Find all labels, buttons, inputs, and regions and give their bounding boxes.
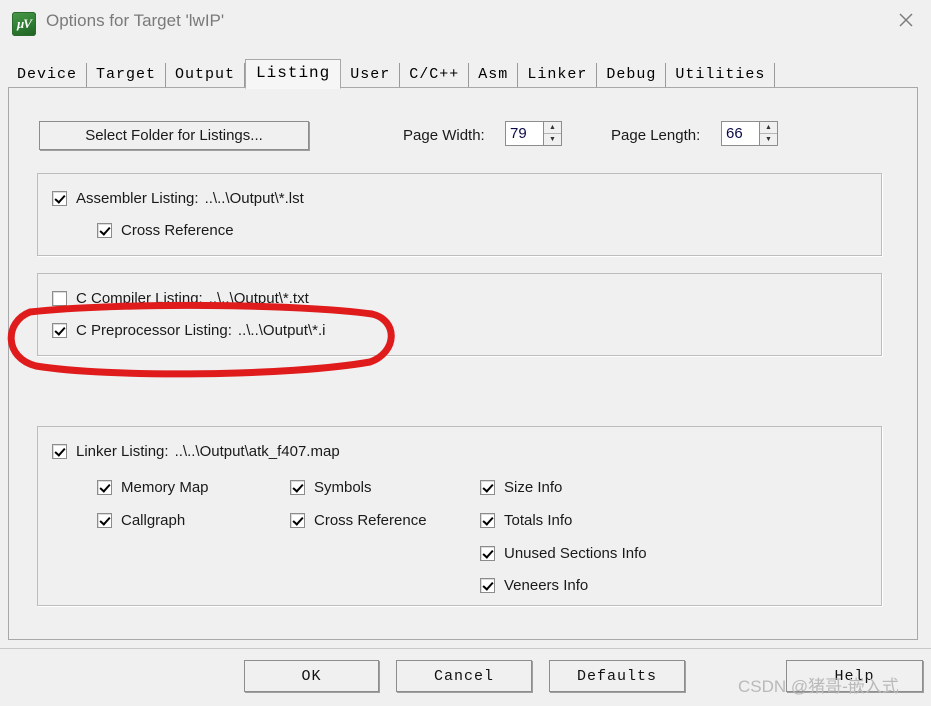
linker-listing-label: Linker Listing:	[76, 443, 169, 460]
page-width-label: Page Width:	[403, 127, 485, 144]
linker-totals-info-row[interactable]: Totals Info	[480, 512, 572, 529]
uvision-logo-icon: μV	[12, 12, 36, 36]
c-preprocessor-listing-row[interactable]: C Preprocessor Listing: ..\..\Output\*.i	[52, 322, 325, 339]
page-length-label: Page Length:	[611, 127, 701, 144]
assembler-cross-reference-row[interactable]: Cross Reference	[97, 222, 234, 239]
page-width-stepper[interactable]: 79 ▲ ▼	[505, 121, 562, 146]
linker-listing-checkbox[interactable]	[52, 444, 67, 459]
linker-symbols-row[interactable]: Symbols	[290, 479, 372, 496]
linker-listing-group: Linker Listing: ..\..\Output\atk_f407.ma…	[37, 426, 882, 606]
linker-veneers-info-checkbox[interactable]	[480, 578, 495, 593]
page-length-input[interactable]: 66	[721, 121, 759, 146]
linker-memory-map-row[interactable]: Memory Map	[97, 479, 209, 496]
select-folder-for-listings-button[interactable]: Select Folder for Listings...	[39, 121, 309, 150]
c-compiler-listing-path: ..\..\Output\*.txt	[208, 290, 309, 307]
tab-debug[interactable]: Debug	[597, 63, 667, 88]
linker-totals-info-checkbox[interactable]	[480, 513, 495, 528]
linker-callgraph-row[interactable]: Callgraph	[97, 512, 185, 529]
page-width-spin-up-icon[interactable]: ▲	[544, 122, 561, 134]
linker-callgraph-label: Callgraph	[121, 512, 186, 529]
c-compiler-listing-checkbox[interactable]	[52, 291, 67, 306]
page-length-spin-buttons[interactable]: ▲ ▼	[759, 121, 778, 146]
button-bar-divider	[0, 648, 931, 649]
linker-symbols-label: Symbols	[314, 479, 372, 496]
linker-symbols-checkbox[interactable]	[290, 480, 305, 495]
assembler-listing-group: Assembler Listing: ..\..\Output\*.lst Cr…	[37, 173, 882, 256]
title-bar: μV Options for Target 'lwIP'	[0, 0, 931, 47]
linker-listing-path: ..\..\Output\atk_f407.map	[174, 443, 340, 460]
linker-listing-row[interactable]: Linker Listing: ..\..\Output\atk_f407.ma…	[52, 443, 340, 460]
tab-strip: Device Target Output Listing User C/C++ …	[8, 59, 776, 89]
assembler-listing-checkbox[interactable]	[52, 191, 67, 206]
linker-veneers-info-row[interactable]: Veneers Info	[480, 577, 588, 594]
uvision-logo-glyph: μV	[17, 16, 32, 31]
csdn-watermark: CSDN @猪哥-嵌入式	[738, 677, 899, 696]
c-preprocessor-listing-label: C Preprocessor Listing:	[76, 322, 232, 339]
close-icon[interactable]	[881, 0, 931, 40]
page-length-spin-up-icon[interactable]: ▲	[760, 122, 777, 134]
linker-memory-map-checkbox[interactable]	[97, 480, 112, 495]
cancel-button[interactable]: Cancel	[396, 660, 532, 692]
linker-cross-reference-checkbox[interactable]	[290, 513, 305, 528]
linker-cross-reference-row[interactable]: Cross Reference	[290, 512, 427, 529]
defaults-button[interactable]: Defaults	[549, 660, 685, 692]
tab-user[interactable]: User	[341, 63, 401, 88]
tab-device[interactable]: Device	[8, 63, 88, 88]
c-compiler-listing-label: C Compiler Listing:	[76, 290, 203, 307]
linker-veneers-info-label: Veneers Info	[504, 577, 589, 594]
tab-asm[interactable]: Asm	[469, 63, 519, 88]
linker-unused-sections-info-checkbox[interactable]	[480, 546, 495, 561]
page-width-spin-buttons[interactable]: ▲ ▼	[543, 121, 562, 146]
compiler-listing-group: C Compiler Listing: ..\..\Output\*.txt C…	[37, 273, 882, 356]
listing-options-panel: Select Folder for Listings... Page Width…	[8, 87, 918, 640]
linker-size-info-checkbox[interactable]	[480, 480, 495, 495]
tab-listing[interactable]: Listing	[245, 59, 342, 89]
linker-memory-map-label: Memory Map	[121, 479, 209, 496]
linker-size-info-row[interactable]: Size Info	[480, 479, 562, 496]
page-length-stepper[interactable]: 66 ▲ ▼	[721, 121, 778, 146]
linker-unused-sections-info-row[interactable]: Unused Sections Info	[480, 545, 647, 562]
ok-button[interactable]: OK	[244, 660, 379, 692]
tab-c-cpp[interactable]: C/C++	[400, 63, 470, 88]
assembler-listing-row[interactable]: Assembler Listing: ..\..\Output\*.lst	[52, 190, 304, 207]
tab-linker[interactable]: Linker	[518, 63, 598, 88]
c-compiler-listing-row[interactable]: C Compiler Listing: ..\..\Output\*.txt	[52, 290, 309, 307]
page-width-input[interactable]: 79	[505, 121, 543, 146]
page-width-spin-down-icon[interactable]: ▼	[544, 134, 561, 145]
assembler-listing-label: Assembler Listing:	[76, 190, 199, 207]
tab-target[interactable]: Target	[87, 63, 167, 88]
page-length-spin-down-icon[interactable]: ▼	[760, 134, 777, 145]
linker-cross-reference-label: Cross Reference	[314, 512, 427, 529]
linker-size-info-label: Size Info	[504, 479, 563, 496]
assembler-cross-reference-label: Cross Reference	[121, 222, 234, 239]
window-title: Options for Target 'lwIP'	[46, 11, 225, 30]
tab-utilities[interactable]: Utilities	[666, 63, 776, 88]
c-preprocessor-listing-checkbox[interactable]	[52, 323, 67, 338]
linker-callgraph-checkbox[interactable]	[97, 513, 112, 528]
tab-output[interactable]: Output	[166, 63, 246, 88]
linker-totals-info-label: Totals Info	[504, 512, 573, 529]
linker-unused-sections-info-label: Unused Sections Info	[504, 545, 647, 562]
c-preprocessor-listing-path: ..\..\Output\*.i	[237, 322, 326, 339]
assembler-cross-reference-checkbox[interactable]	[97, 223, 112, 238]
assembler-listing-path: ..\..\Output\*.lst	[204, 190, 304, 207]
